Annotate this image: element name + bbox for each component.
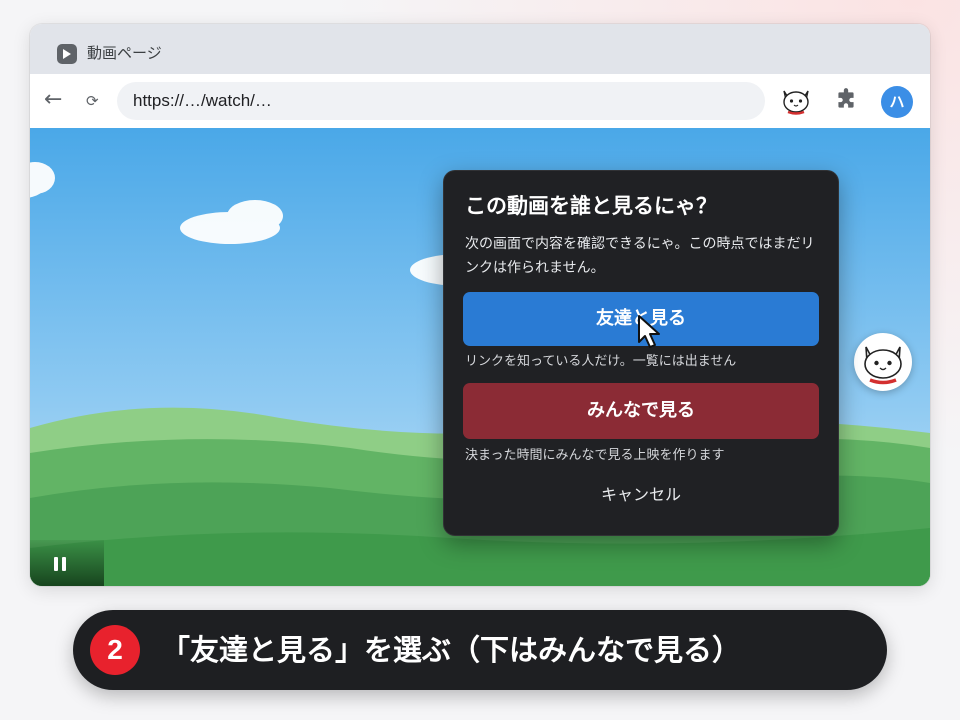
- tab-bar: 動画ページ: [30, 24, 930, 74]
- dialog-description: 次の画面で内容を確認できるにゃ。この時点ではまだリンクは作られません。: [465, 236, 815, 276]
- browser-toolbar: ← ⟳ https://…/watch/… ハ: [30, 74, 930, 129]
- profile-avatar[interactable]: ハ: [881, 86, 913, 118]
- reload-icon[interactable]: ⟳: [86, 91, 99, 111]
- address-bar[interactable]: https://…/watch/…: [117, 82, 765, 120]
- step-number-badge: 2: [90, 625, 140, 675]
- mouse-pointer-icon: [638, 315, 660, 348]
- cancel-button[interactable]: キャンセル: [463, 481, 819, 509]
- puzzle-extensions-icon[interactable]: [833, 87, 859, 113]
- watch-with-everyone-button[interactable]: みんなで見る: [463, 383, 819, 439]
- watch-together-dialog: この動画を誰と見るにゃ？ 次の画面で内容を確認できるにゃ。この時点ではまだリンク…: [443, 170, 839, 536]
- video-player[interactable]: この動画を誰と見るにゃ？ 次の画面で内容を確認できるにゃ。この時点ではまだリンク…: [30, 128, 930, 586]
- cat-mascot-button[interactable]: [854, 333, 912, 391]
- step-instruction: 「友達と見る」を選ぶ（下はみんなで見る）: [161, 633, 742, 667]
- dialog-title: この動画を誰と見るにゃ？: [465, 194, 717, 218]
- play-icon: [57, 44, 77, 64]
- browser-window: 動画ページ ← ⟳ https://…/watch/… ハ この動画を誰と見るに…: [30, 24, 930, 586]
- friends-hint: リンクを知っている人だけ。一覧には出ません: [465, 354, 737, 369]
- cat-face-icon: [864, 346, 902, 385]
- tab-title[interactable]: 動画ページ: [87, 42, 162, 64]
- everyone-hint: 決まった時間にみんなで見る上映を作ります: [465, 448, 725, 463]
- step-caption: 2 「友達と見る」を選ぶ（下はみんなで見る）: [73, 610, 887, 690]
- cat-extension-icon[interactable]: [779, 83, 813, 117]
- pause-icon: [54, 557, 66, 571]
- back-arrow-icon[interactable]: ←: [44, 87, 62, 113]
- pause-button[interactable]: [30, 540, 104, 586]
